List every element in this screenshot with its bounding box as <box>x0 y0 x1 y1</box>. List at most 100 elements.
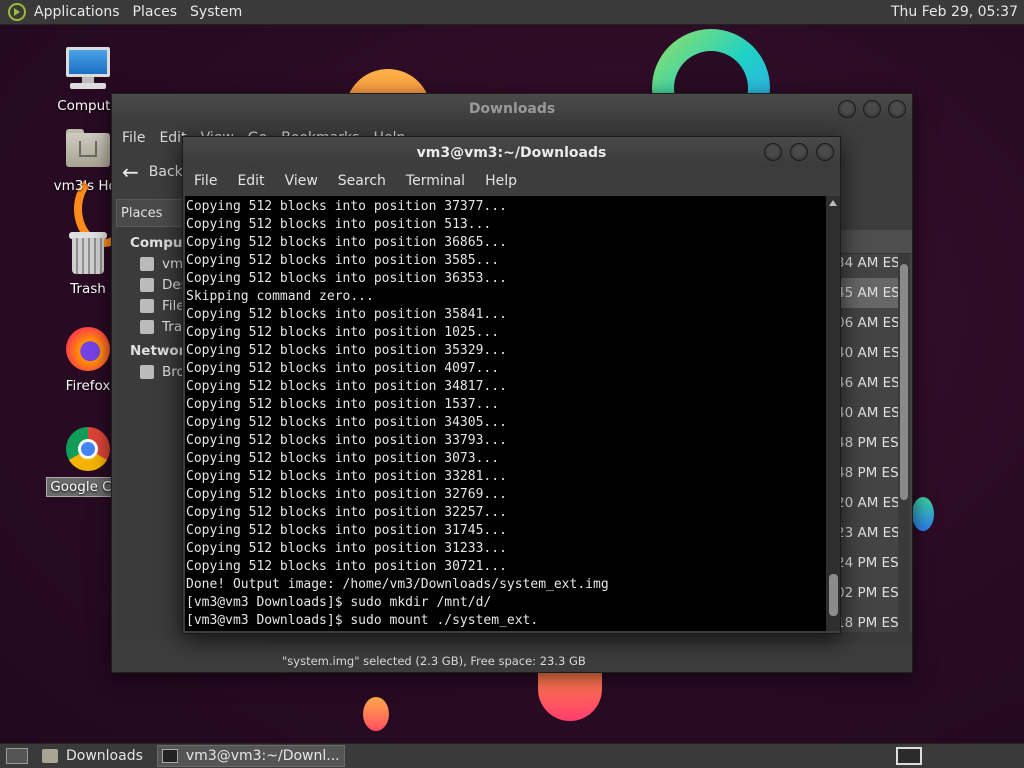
sidebar-heading-network: Network <box>130 343 188 359</box>
menu-view[interactable]: View <box>285 173 318 189</box>
folder-icon <box>42 749 58 763</box>
menu-applications[interactable]: Applications <box>34 4 120 20</box>
terminal-line: Copying 512 blocks into position 513... <box>186 217 492 232</box>
file-modified-time[interactable]: 48 PM EST <box>836 428 902 458</box>
places-dropdown[interactable]: Places <box>116 199 188 227</box>
wallpaper-teal-shape <box>912 497 934 531</box>
file-modified-time[interactable]: 24 PM EST <box>836 548 902 578</box>
menu-places[interactable]: Places <box>133 4 178 20</box>
menu-file[interactable]: File <box>122 130 145 146</box>
back-label: Back <box>148 164 183 180</box>
terminal-scrollbar[interactable] <box>826 196 840 631</box>
terminal-window: vm3@vm3:~/Downloads File Edit View Searc… <box>182 136 841 634</box>
terminal-output[interactable]: Copying 512 blocks into position 37377..… <box>185 196 826 631</box>
terminal-line: Copying 512 blocks into position 31745..… <box>186 523 507 538</box>
menu-system[interactable]: System <box>190 4 242 20</box>
file-modified-time[interactable]: 34 AM EST <box>836 248 902 278</box>
show-desktop-button[interactable] <box>6 748 28 764</box>
terminal-line: [vm3@vm3 Downloads]$ sudo mkdir /mnt/d/ <box>186 595 492 610</box>
terminal-menubar: File Edit View Search Terminal Help <box>183 167 840 195</box>
scrollbar-thumb[interactable] <box>900 264 908 500</box>
back-arrow-icon: ← <box>122 160 139 184</box>
sidebar-item-label: Tra <box>162 319 183 335</box>
terminal-line: Done! Output image: /home/vm3/Downloads/… <box>186 577 609 592</box>
distro-logo-icon[interactable] <box>8 3 26 21</box>
terminal-line: [vm3@vm3 Downloads]$ sudo mount ./system… <box>186 613 539 628</box>
minimize-button[interactable] <box>838 100 856 118</box>
terminal-line: Copying 512 blocks into position 34305..… <box>186 415 507 430</box>
terminal-line: Copying 512 blocks into position 30721..… <box>186 559 507 574</box>
desktop-icon-label: Firefox <box>65 378 111 394</box>
desktop-icon-label: Trash <box>70 281 106 297</box>
back-button[interactable]: ← Back <box>122 160 183 184</box>
sidebar-item-filesystem[interactable]: File <box>116 293 188 314</box>
network-icon <box>140 365 154 379</box>
sidebar-item-trash[interactable]: Tra <box>116 314 188 335</box>
computer-icon <box>64 45 112 93</box>
trash-icon <box>64 228 112 276</box>
chrome-icon <box>64 425 112 473</box>
taskbar-item-label: vm3@vm3:~/Downl... <box>185 748 340 764</box>
taskbar-item-terminal[interactable]: vm3@vm3:~/Downl... <box>156 745 345 767</box>
terminal-line: Copying 512 blocks into position 32769..… <box>186 487 507 502</box>
menu-search[interactable]: Search <box>338 173 386 189</box>
terminal-line: Skipping command zero... <box>186 289 374 304</box>
file-modified-time[interactable]: 23 AM EST <box>836 518 902 548</box>
terminal-line: Copying 512 blocks into position 32257..… <box>186 505 507 520</box>
terminal-line: Copying 512 blocks into position 37377..… <box>186 199 507 214</box>
sidebar-item-home[interactable]: vm3 <box>116 251 188 272</box>
file-manager-titlebar[interactable]: Downloads <box>112 94 912 125</box>
file-modified-time[interactable]: 02 PM EST <box>836 578 902 608</box>
terminal-line: Copying 512 blocks into position 35329..… <box>186 343 507 358</box>
file-modified-time[interactable]: 40 AM EST <box>836 398 902 428</box>
terminal-line: Copying 512 blocks into position 1025... <box>186 325 500 340</box>
menu-file[interactable]: File <box>194 173 217 189</box>
scroll-up-arrow-icon[interactable] <box>829 200 837 206</box>
taskbar-item-downloads[interactable]: Downloads <box>38 745 147 767</box>
panel-clock[interactable]: Thu Feb 29, 05:37 <box>891 4 1018 20</box>
terminal-line: Copying 512 blocks into position 1537... <box>186 397 500 412</box>
close-button[interactable] <box>888 100 906 118</box>
maximize-button[interactable] <box>863 100 881 118</box>
close-button[interactable] <box>816 143 834 161</box>
terminal-line: Copying 512 blocks into position 33281..… <box>186 469 507 484</box>
file-modified-time[interactable]: 46 AM EST <box>836 368 902 398</box>
menu-help[interactable]: Help <box>485 173 517 189</box>
sidebar-item-desktop[interactable]: Des <box>116 272 188 293</box>
bottom-panel: Downloads vm3@vm3:~/Downl... <box>0 743 1024 768</box>
window-title: vm3@vm3:~/Downloads <box>416 145 607 161</box>
file-modified-time[interactable]: 40 AM EST <box>836 338 902 368</box>
top-panel: Applications Places System Thu Feb 29, 0… <box>0 0 1024 25</box>
taskbar-item-label: Downloads <box>66 748 143 764</box>
sidebar-heading-computer: Compute <box>130 235 188 251</box>
terminal-line: Copying 512 blocks into position 4097... <box>186 361 500 376</box>
file-modified-time[interactable]: 48 PM EST <box>836 458 902 488</box>
file-modified-time[interactable]: 06 AM EST <box>836 308 902 338</box>
workspace-switcher[interactable] <box>896 747 922 765</box>
terminal-line: Copying 512 blocks into position 33793..… <box>186 433 507 448</box>
terminal-line: Copying 512 blocks into position 31233..… <box>186 541 507 556</box>
terminal-titlebar[interactable]: vm3@vm3:~/Downloads <box>183 137 840 167</box>
minimize-button[interactable] <box>764 143 782 161</box>
places-sidebar: Places Compute vm3 Des File Tra Network … <box>116 199 188 639</box>
file-modified-time[interactable]: 20 AM EST <box>836 488 902 518</box>
terminal-line: Copying 512 blocks into position 3585... <box>186 253 500 268</box>
home-icon <box>140 257 154 271</box>
menu-edit[interactable]: Edit <box>237 173 264 189</box>
status-bar: "system.img" selected (2.3 GB), Free spa… <box>282 654 586 668</box>
terminal-line: Copying 512 blocks into position 36865..… <box>186 235 507 250</box>
drive-icon <box>140 299 154 313</box>
terminal-line: Copying 512 blocks into position 3073... <box>186 451 500 466</box>
wallpaper-bottom-shape <box>538 665 602 721</box>
terminal-line: Copying 512 blocks into position 34817..… <box>186 379 507 394</box>
firefox-icon <box>64 325 112 373</box>
sidebar-item-browse-network[interactable]: Bro <box>116 359 188 380</box>
maximize-button[interactable] <box>790 143 808 161</box>
menu-terminal[interactable]: Terminal <box>406 173 465 189</box>
terminal-icon <box>161 749 178 763</box>
wallpaper-small-shape <box>363 697 389 731</box>
file-modified-time[interactable]: 45 AM EST <box>836 278 902 308</box>
scrollbar-thumb[interactable] <box>829 574 838 616</box>
desktop-icon <box>140 278 154 292</box>
terminal-line: Copying 512 blocks into position 35841..… <box>186 307 507 322</box>
